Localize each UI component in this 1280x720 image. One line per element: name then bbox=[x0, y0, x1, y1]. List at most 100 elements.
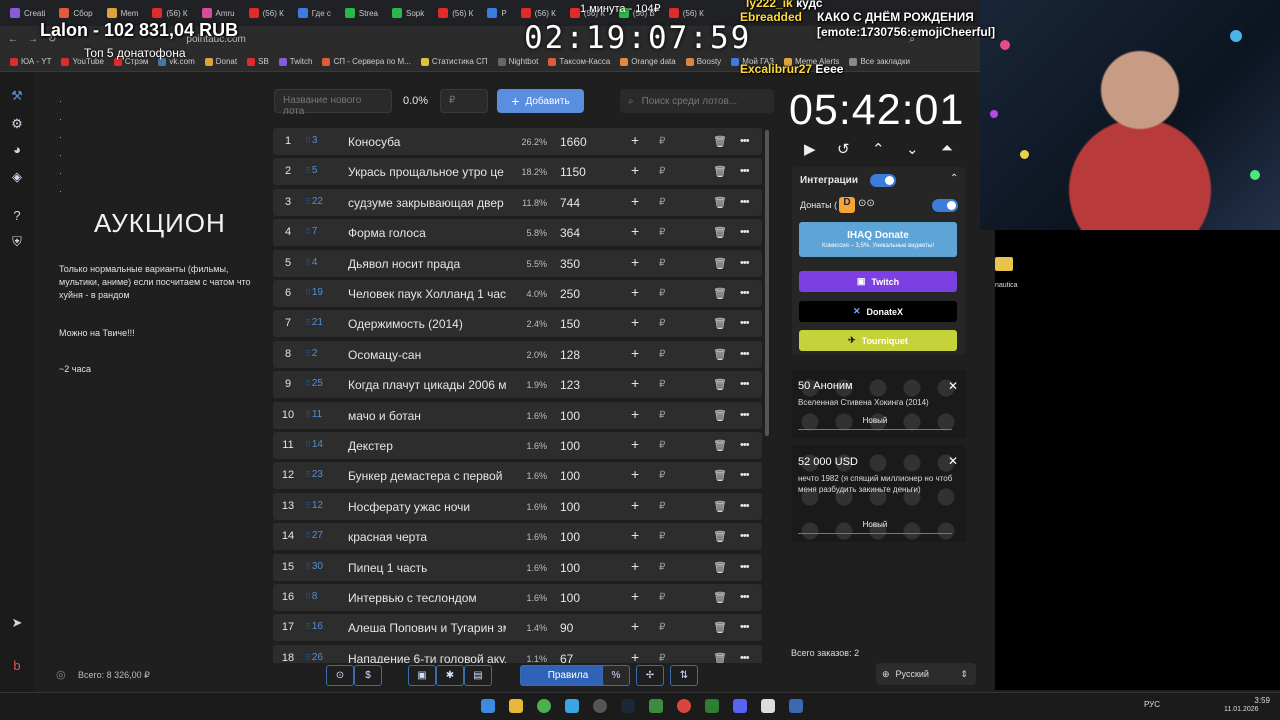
trash-icon[interactable]: 🗑 bbox=[713, 621, 727, 634]
ruble-icon[interactable]: ₽ bbox=[659, 653, 665, 663]
github-icon[interactable]: ⊙ bbox=[326, 665, 354, 686]
reset-icon[interactable]: ↺ bbox=[837, 140, 850, 158]
browser-tab[interactable]: P bbox=[481, 2, 512, 24]
trash-icon[interactable]: 🗑 bbox=[713, 439, 727, 452]
trash-icon[interactable]: 🗑 bbox=[713, 287, 727, 300]
browser-tab[interactable]: (56) К bbox=[243, 2, 290, 24]
lot-name[interactable]: Носферату ужас ночи bbox=[348, 500, 506, 514]
more-icon[interactable]: ••• bbox=[740, 196, 749, 208]
trash-icon[interactable]: 🗑 bbox=[713, 348, 727, 361]
taskbar-time[interactable]: 3:59 bbox=[1240, 696, 1270, 705]
plus-icon[interactable]: + bbox=[631, 618, 639, 634]
more-icon[interactable]: ••• bbox=[740, 287, 749, 299]
lot-row[interactable]: 11 14 Декстер 1.6% 100 + ₽ 🗑 ••• bbox=[273, 432, 762, 459]
lot-name[interactable]: Дьявол носит прада bbox=[348, 257, 506, 271]
back-icon[interactable]: ← bbox=[8, 34, 18, 45]
add-lot-button[interactable]: + Добавить bbox=[497, 89, 584, 113]
more-icon[interactable]: ••• bbox=[740, 165, 749, 177]
ruble-icon[interactable]: ₽ bbox=[659, 501, 665, 512]
plus-icon[interactable]: + bbox=[631, 284, 639, 300]
plus-icon[interactable]: + bbox=[631, 223, 639, 239]
lot-row[interactable]: 2 5 Укрась прощальное утро це 18.2% 1150 + ₽ 🗑 •… bbox=[273, 158, 762, 186]
lot-row[interactable]: 4 7 Форма голоса 5.8% 364 + ₽ 🗑 ••• bbox=[273, 219, 762, 247]
more-icon[interactable]: ••• bbox=[740, 591, 749, 603]
donations-toggle[interactable] bbox=[932, 199, 958, 212]
chrome-alt-icon[interactable] bbox=[677, 699, 691, 713]
ruble-icon[interactable]: ₽ bbox=[659, 288, 665, 299]
clear-icon[interactable]: ▤ bbox=[464, 665, 492, 686]
lot-row[interactable]: 1 3 Коносуба 26.2% 1660 + ₽ 🗑 ••• bbox=[273, 128, 762, 155]
bookmark[interactable]: СП - Сервера по М... bbox=[322, 57, 411, 66]
more-icon[interactable]: ••• bbox=[740, 469, 749, 481]
save-icon[interactable]: ▣ bbox=[408, 665, 436, 686]
ihaq-donate-button[interactable]: IHAQ Donate Комиссия – 3,5%. Уникальные … bbox=[799, 222, 957, 257]
auction-icon[interactable]: ⚒ bbox=[9, 88, 25, 104]
chevron-up-icon[interactable]: ⌃ bbox=[872, 140, 885, 158]
plus-icon[interactable]: + bbox=[631, 193, 639, 209]
ruble-icon[interactable]: ₽ bbox=[659, 531, 665, 542]
windows-start-icon[interactable] bbox=[481, 699, 495, 713]
plus-icon[interactable]: + bbox=[631, 649, 639, 663]
double-chevron-up-icon[interactable]: ⏶ bbox=[941, 140, 953, 157]
discord-icon[interactable] bbox=[733, 699, 747, 713]
bookmark[interactable]: SB bbox=[247, 57, 269, 66]
lot-row[interactable]: 13 12 Носферату ужас ночи 1.6% 100 + ₽ 🗑 ••• bbox=[273, 492, 762, 520]
search-lots-input[interactable]: ⌕ Поиск среди лотов... bbox=[620, 89, 774, 113]
lot-row[interactable]: 9 25 Когда плачут цикады 2006 м 1.9% 123 + ₽ 🗑 •… bbox=[273, 371, 762, 399]
lot-name[interactable]: Бункер демастера с первой bbox=[348, 469, 506, 483]
lot-row[interactable]: 17 16 Алеша Попович и Тугарин зм 1.4% 90 + ₽ 🗑 •… bbox=[273, 614, 762, 642]
trash-icon[interactable]: 🗑 bbox=[713, 409, 727, 422]
ruble-icon[interactable]: ₽ bbox=[659, 440, 665, 451]
close-icon[interactable]: ✕ bbox=[948, 454, 958, 468]
more-icon[interactable]: ••• bbox=[740, 317, 749, 329]
browser-tab[interactable]: Strea bbox=[339, 2, 384, 24]
folder-icon[interactable] bbox=[995, 257, 1013, 271]
lot-row[interactable]: 16 8 Интервью с теслондом 1.6% 100 + ₽ 🗑 ••• bbox=[273, 584, 762, 611]
more-icon[interactable]: ••• bbox=[740, 257, 749, 269]
donation-status-select[interactable]: Новый bbox=[798, 520, 952, 534]
tourniquet-button[interactable]: ✈ Tourniquet bbox=[799, 330, 957, 351]
steam-icon[interactable] bbox=[621, 699, 635, 713]
percent-toggle[interactable]: % bbox=[602, 665, 630, 686]
app-icon[interactable] bbox=[761, 699, 775, 713]
plus-icon[interactable]: + bbox=[631, 162, 639, 178]
new-lot-amount-input[interactable]: ₽ bbox=[440, 89, 488, 113]
bug-icon[interactable]: ✱ bbox=[436, 665, 464, 686]
more-icon[interactable]: ••• bbox=[740, 530, 749, 542]
lot-name[interactable]: Нападение 6-ти головой акул bbox=[348, 652, 506, 663]
trash-icon[interactable]: 🗑 bbox=[713, 135, 727, 148]
bookmark[interactable]: Таксом-Касса bbox=[548, 57, 610, 66]
more-icon[interactable]: ••• bbox=[740, 226, 749, 238]
lot-row[interactable]: 14 27 красная черта 1.6% 100 + ₽ 🗑 ••• bbox=[273, 523, 762, 551]
more-icon[interactable]: ••• bbox=[740, 439, 749, 451]
bookmark[interactable]: Boosty bbox=[685, 57, 721, 66]
plus-icon[interactable]: + bbox=[631, 466, 639, 482]
more-icon[interactable]: ••• bbox=[740, 621, 749, 633]
lot-name[interactable]: красная черта bbox=[348, 530, 506, 544]
help-icon[interactable]: ? bbox=[9, 208, 25, 224]
wheel-icon[interactable]: ◕ bbox=[9, 142, 25, 158]
lot-row[interactable]: 7 21 Одержимость (2014) 2.4% 150 + ₽ 🗑 ••• bbox=[273, 310, 762, 338]
ruble-icon[interactable]: ₽ bbox=[659, 410, 665, 421]
ruble-icon[interactable]: ₽ bbox=[659, 379, 665, 390]
sort-icon[interactable]: ⇅ bbox=[670, 665, 698, 686]
lot-name[interactable]: Интервью с теслондом bbox=[348, 591, 506, 605]
browser-tab[interactable]: Sopk bbox=[386, 2, 430, 24]
plus-icon[interactable]: + bbox=[631, 436, 639, 452]
telegram-icon[interactable]: ➤ bbox=[9, 615, 25, 631]
twitch-button[interactable]: ▣ Twitch bbox=[799, 271, 957, 292]
trash-icon[interactable]: 🗑 bbox=[713, 257, 727, 270]
lot-name[interactable]: мачо и ботан bbox=[348, 409, 506, 423]
trash-icon[interactable]: 🗑 bbox=[713, 591, 727, 604]
ruble-icon[interactable]: ₽ bbox=[659, 562, 665, 573]
plus-icon[interactable]: + bbox=[631, 345, 639, 361]
lot-name[interactable]: Одержимость (2014) bbox=[348, 317, 506, 331]
lot-row[interactable]: 5 4 Дьявол носит прада 5.5% 350 + ₽ 🗑 ••• bbox=[273, 249, 762, 277]
plus-icon[interactable]: + bbox=[631, 254, 639, 270]
telegram-taskbar-icon[interactable] bbox=[565, 699, 579, 713]
layers-icon[interactable]: ◈ bbox=[9, 169, 25, 185]
excel-icon[interactable] bbox=[705, 699, 719, 713]
more-icon[interactable]: ••• bbox=[740, 135, 749, 147]
collapse-chevron-icon[interactable]: ⌃ bbox=[950, 173, 958, 184]
lot-name[interactable]: судзуме закрывающая двер bbox=[348, 196, 506, 210]
